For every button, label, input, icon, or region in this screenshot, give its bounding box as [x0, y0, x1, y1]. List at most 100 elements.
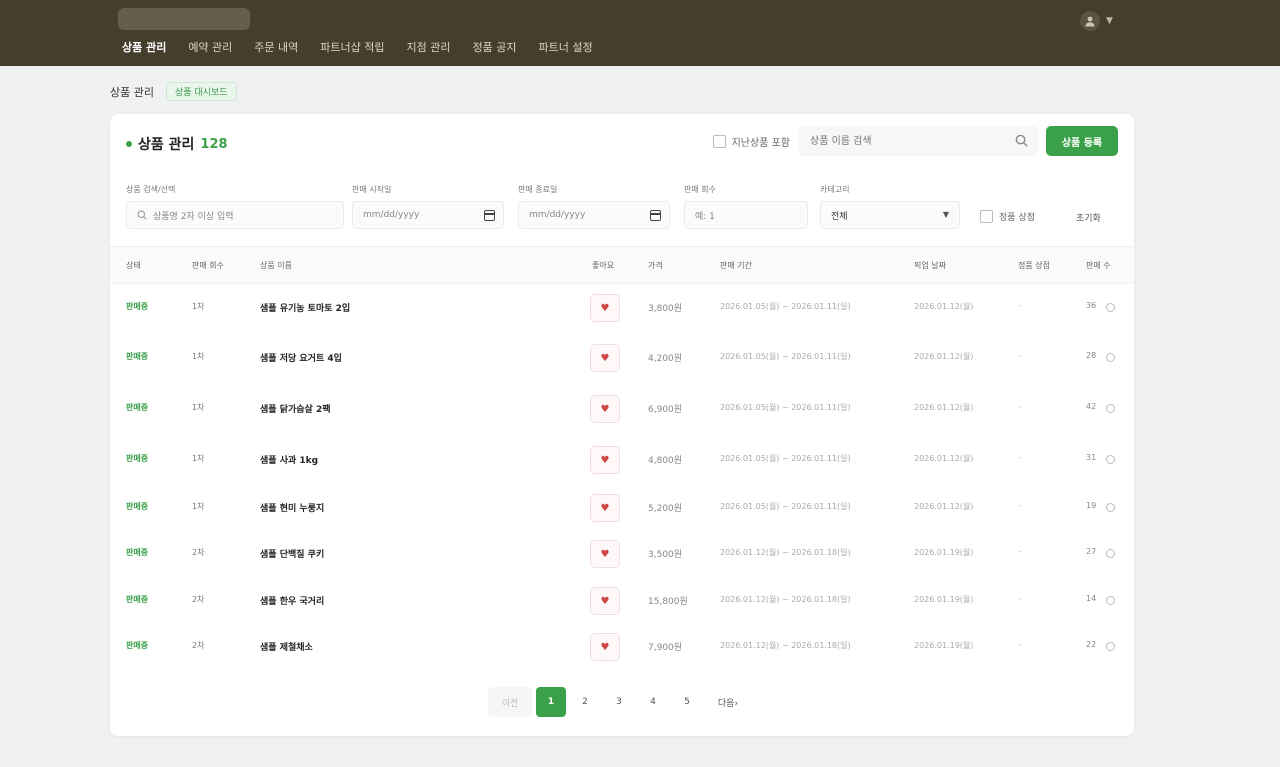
row-count: 19	[1086, 501, 1097, 510]
brand-logo[interactable]	[118, 8, 250, 30]
user-icon	[1080, 11, 1100, 31]
row-count: 31	[1086, 453, 1097, 462]
row-product-name[interactable]: 샘플 유기농 토마토 2입	[260, 301, 350, 314]
row-price: 7,900원	[648, 643, 683, 653]
filter-start-date: 판매 시작일 mm/dd/yyyy	[352, 184, 504, 229]
info-icon[interactable]	[1106, 353, 1115, 362]
heart-icon[interactable]: ♥	[590, 344, 620, 372]
row-price: 4,200원	[648, 354, 683, 364]
pagination-page-1[interactable]: 1	[536, 687, 566, 717]
round-input[interactable]: 예: 1	[684, 201, 808, 229]
nav-item-branch[interactable]: 지점 관리	[407, 40, 451, 62]
heart-icon[interactable]: ♥	[590, 633, 620, 661]
heart-icon[interactable]: ♥	[590, 494, 620, 522]
heart-icon[interactable]: ♥	[590, 587, 620, 615]
product-name-input[interactable]: 상품명 2자 이상 입력	[126, 201, 344, 229]
table-row[interactable]: 판매중 1차 샘플 유기농 토마토 2입 ♥ 3,800원 2026.01.05…	[110, 286, 1134, 332]
row-product-name[interactable]: 샘플 제철채소	[260, 640, 313, 653]
calendar-icon[interactable]	[484, 210, 495, 221]
breadcrumb: 상품 관리 상품 대시보드	[110, 82, 237, 101]
calendar-icon[interactable]	[650, 210, 661, 221]
table-row[interactable]: 판매중 2차 샘플 단백질 쿠키 ♥ 3,500원 2026.01.12(월) …	[110, 532, 1134, 578]
row-round: 2차	[192, 548, 205, 557]
row-product-name[interactable]: 샘플 단백질 쿠키	[260, 547, 324, 560]
end-date-input[interactable]: mm/dd/yyyy	[518, 201, 670, 229]
user-menu[interactable]: ▼	[1080, 11, 1113, 31]
row-store: -	[1018, 402, 1022, 412]
nav-item-notice[interactable]: 정품 공지	[472, 40, 516, 62]
checkbox-box[interactable]	[980, 210, 993, 223]
info-icon[interactable]	[1106, 642, 1115, 651]
info-icon[interactable]	[1106, 549, 1115, 558]
row-price: 4,800원	[648, 456, 683, 466]
chevron-down-icon: ▼	[1106, 16, 1113, 26]
nav-item-reservation[interactable]: 예약 관리	[188, 40, 232, 62]
th-count[interactable]: 판매 수	[1086, 260, 1111, 271]
th-pickup: 픽업 날짜	[914, 261, 946, 270]
nav-item-partner-settings[interactable]: 파트너 설정	[538, 40, 592, 62]
pagination-page-3[interactable]: 3	[604, 687, 634, 717]
row-price: 15,800원	[648, 597, 688, 607]
table-row[interactable]: 판매중 1차 샘플 저당 요거트 4입 ♥ 4,200원 2026.01.05(…	[110, 336, 1134, 382]
table-row[interactable]: 판매중 1차 샘플 닭가슴살 2팩 ♥ 6,900원 2026.01.05(월)…	[110, 387, 1134, 433]
table-row[interactable]: 판매중 2차 샘플 제철채소 ♥ 7,900원 2026.01.12(월) ~ …	[110, 625, 1134, 671]
filter-label: 카테고리	[820, 185, 850, 194]
row-store: -	[1018, 453, 1022, 463]
row-round: 1차	[192, 352, 205, 361]
row-store: -	[1018, 640, 1022, 650]
row-store: -	[1018, 301, 1022, 311]
top-navigation-bar: 상품 관리 예약 관리 주문 내역 파트너샵 적립 지점 관리 정품 공지 파트…	[0, 0, 1280, 66]
register-product-button[interactable]: 상품 등록	[1046, 126, 1118, 156]
start-date-input[interactable]: mm/dd/yyyy	[352, 201, 504, 229]
nav-item-orders[interactable]: 주문 내역	[254, 40, 298, 62]
row-count: 36	[1086, 301, 1097, 310]
nav-item-partner-points[interactable]: 파트너샵 적립	[320, 40, 384, 62]
info-icon[interactable]	[1106, 503, 1115, 512]
include-past-checkbox[interactable]: 지난상품 포함	[712, 134, 790, 149]
search-icon	[137, 210, 147, 220]
pagination-page-5[interactable]: 5	[672, 687, 702, 717]
search-icon[interactable]	[1015, 134, 1028, 147]
checkbox-box[interactable]	[712, 134, 726, 148]
title-dot-icon	[126, 141, 132, 147]
category-value: 전체	[831, 211, 848, 222]
row-product-name[interactable]: 샘플 닭가슴살 2팩	[260, 402, 331, 415]
pagination-next[interactable]: 다음›	[706, 687, 750, 717]
row-status: 판매중	[126, 352, 149, 361]
row-product-name[interactable]: 샘플 현미 누룽지	[260, 501, 324, 514]
row-product-name[interactable]: 샘플 사과 1kg	[260, 453, 318, 466]
row-product-name[interactable]: 샘플 한우 국거리	[260, 594, 324, 607]
heart-icon[interactable]: ♥	[590, 294, 620, 322]
info-icon[interactable]	[1106, 303, 1115, 312]
pagination-page-4[interactable]: 4	[638, 687, 668, 717]
heart-icon[interactable]: ♥	[590, 395, 620, 423]
info-icon[interactable]	[1106, 455, 1115, 464]
row-price: 5,200원	[648, 504, 683, 514]
table-row[interactable]: 판매중 1차 샘플 현미 누룽지 ♥ 5,200원 2026.01.05(월) …	[110, 486, 1134, 532]
row-round: 2차	[192, 595, 205, 604]
table-row[interactable]: 판매중 2차 샘플 한우 국거리 ♥ 15,800원 2026.01.12(월)…	[110, 579, 1134, 625]
row-product-name[interactable]: 샘플 저당 요거트 4입	[260, 351, 342, 364]
table-row[interactable]: 판매중 1차 샘플 사과 1kg ♥ 4,800원 2026.01.05(월) …	[110, 438, 1134, 484]
heart-icon[interactable]: ♥	[590, 446, 620, 474]
info-icon[interactable]	[1106, 596, 1115, 605]
row-count: 42	[1086, 402, 1097, 411]
product-search-input[interactable]	[798, 126, 1038, 156]
pagination-page-2[interactable]: 2	[570, 687, 600, 717]
row-status: 판매중	[126, 548, 149, 557]
reset-filters-button[interactable]: 초기화	[1076, 211, 1101, 224]
genuine-store-checkbox[interactable]: 정품 상점	[980, 210, 1035, 223]
info-icon[interactable]	[1106, 404, 1115, 413]
breadcrumb-badge[interactable]: 상품 대시보드	[165, 82, 237, 101]
row-pickup: 2026.01.12(월)	[914, 403, 974, 412]
heart-icon[interactable]: ♥	[590, 540, 620, 568]
product-name-placeholder: 상품명 2자 이상 입력	[153, 211, 234, 222]
product-search	[798, 126, 1038, 156]
row-period: 2026.01.05(월) ~ 2026.01.11(일)	[720, 302, 851, 311]
nav-item-product[interactable]: 상품 관리	[122, 40, 166, 62]
row-pickup: 2026.01.19(월)	[914, 548, 974, 557]
category-select[interactable]: 전체 ▼	[820, 201, 960, 229]
filter-category: 카테고리 전체 ▼	[820, 184, 960, 229]
pagination-prev[interactable]: 이전	[488, 687, 532, 717]
row-round: 1차	[192, 403, 205, 412]
